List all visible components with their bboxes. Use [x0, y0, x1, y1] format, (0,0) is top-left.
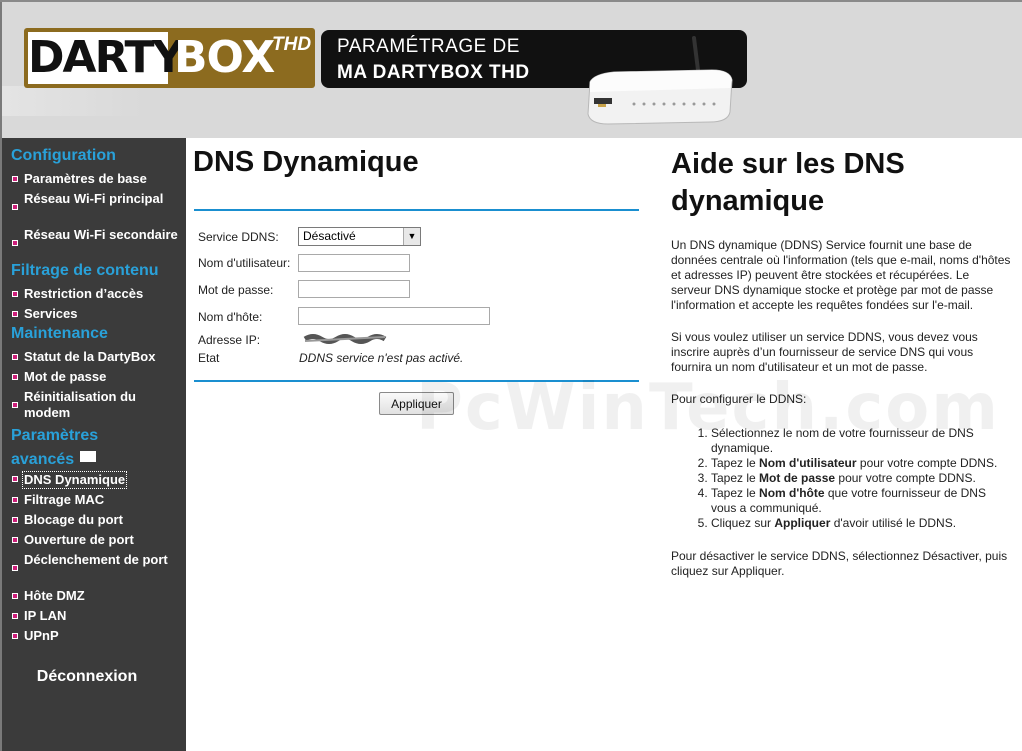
sidebar-section-maintenance: Maintenance [11, 325, 108, 342]
bullet-icon [12, 517, 18, 523]
bullet-icon [12, 402, 18, 408]
dartybox-logo: DARTY BOX THD [24, 28, 315, 88]
service-ddns-value: Désactivé [303, 229, 356, 243]
username-input[interactable] [298, 254, 410, 272]
help-paragraph-4: Pour désactiver le service DDNS, sélecti… [671, 549, 1008, 578]
bullet-icon [12, 537, 18, 543]
sidebar-item-dns-dynamique[interactable]: DNS Dynamique [12, 471, 182, 489]
help-step: Cliquez sur Appliquer d'avoir utilisé le… [711, 516, 1011, 531]
divider [194, 209, 639, 211]
sidebar-item-blocage-port[interactable]: Blocage du port [12, 512, 182, 528]
help-paragraph-1: Un DNS dynamique (DDNS) Service fournit … [671, 238, 1011, 312]
sidebar-section-avances: Paramètres avancés [11, 427, 99, 468]
sidebar-item-ip-lan[interactable]: IP LAN [12, 608, 182, 624]
ip-address-label: Adresse IP: [198, 333, 261, 347]
page-header: DARTY BOX THD PARAMÉTRAGE DE MA DARTYBOX… [0, 2, 1022, 138]
logo-box-text: BOX [174, 32, 275, 83]
sidebar: Configuration Paramètres de base Réseau … [0, 138, 186, 751]
state-label: Etat [198, 351, 220, 365]
bullet-icon [12, 374, 18, 380]
sidebar-section-filtrage: Filtrage de contenu [11, 262, 159, 279]
sidebar-item-hote-dmz[interactable]: Hôte DMZ [12, 588, 182, 604]
chevron-down-icon[interactable]: ▼ [403, 228, 420, 245]
hostname-label: Nom d'hôte: [198, 310, 263, 324]
logo-thd-text: THD [272, 34, 312, 55]
help-step: Tapez le Nom d'hôte que votre fournisseu… [711, 486, 1011, 516]
banner-line-2: MA DARTYBOX THD [337, 62, 530, 83]
logout-link[interactable]: Déconnexion [2, 668, 172, 686]
bullet-icon [12, 613, 18, 619]
hostname-input[interactable] [298, 307, 490, 325]
bullet-icon [12, 633, 18, 639]
bullet-icon [12, 565, 18, 571]
ip-address-redacted [303, 334, 387, 344]
bullet-icon [12, 204, 18, 210]
main-content: DNS Dynamique Service DDNS: Désactivé ▼ … [186, 138, 1022, 751]
monitor-icon [80, 451, 97, 462]
help-panel: Aide sur les DNS dynamique Un DNS dynami… [671, 146, 1011, 579]
help-paragraph-2: Si vous voulez utiliser un service DDNS,… [671, 330, 978, 374]
apply-button[interactable]: Appliquer [379, 392, 454, 415]
bullet-icon [12, 476, 18, 482]
sidebar-item-declenchement-port[interactable]: Déclenchement de port [12, 552, 182, 571]
sidebar-item-wifi-principal[interactable]: Réseau Wi-Fi principal [12, 191, 182, 210]
banner-line-1: PARAMÉTRAGE DE [337, 36, 520, 57]
sidebar-item-statut[interactable]: Statut de la DartyBox [12, 349, 182, 365]
bullet-icon [12, 176, 18, 182]
router-image [587, 36, 733, 125]
help-step: Tapez le Mot de passe pour votre compte … [711, 471, 1011, 486]
service-ddns-select[interactable]: Désactivé ▼ [298, 227, 421, 246]
bullet-icon [12, 497, 18, 503]
sidebar-item-restriction[interactable]: Restriction d’accès [12, 286, 182, 302]
password-input[interactable] [298, 280, 410, 298]
sidebar-item-upnp[interactable]: UPnP [12, 628, 182, 644]
logo-darty-text: DARTY [28, 32, 184, 84]
password-label: Mot de passe: [198, 283, 274, 297]
bullet-icon [12, 354, 18, 360]
state-value: DDNS service n'est pas activé. [299, 351, 464, 365]
service-ddns-label: Service DDNS: [198, 230, 279, 244]
help-step: Tapez le Nom d'utilisateur pour votre co… [711, 456, 1011, 471]
help-steps-list: Sélectionnez le nom de votre fournisseur… [671, 426, 1011, 531]
sidebar-section-configuration: Configuration [11, 147, 116, 164]
sidebar-item-filtrage-mac[interactable]: Filtrage MAC [12, 492, 182, 508]
bullet-icon [12, 311, 18, 317]
help-paragraph-3: Pour configurer le DDNS: [671, 392, 807, 406]
username-label: Nom d'utilisateur: [198, 256, 291, 270]
sidebar-item-ouverture-port[interactable]: Ouverture de port [12, 532, 182, 548]
sidebar-item-reinitialisation[interactable]: Réinitialisation du modem [12, 389, 182, 421]
help-title: Aide sur les DNS dynamique [671, 148, 905, 217]
sidebar-item-services[interactable]: Services [12, 306, 182, 322]
bullet-icon [12, 291, 18, 297]
page-title: DNS Dynamique [193, 146, 419, 178]
bullet-icon [12, 240, 18, 246]
sidebar-item-parametres-de-base[interactable]: Paramètres de base [12, 171, 182, 187]
sidebar-item-mot-de-passe[interactable]: Mot de passe [12, 369, 182, 385]
bullet-icon [12, 593, 18, 599]
divider [194, 380, 639, 382]
help-step: Sélectionnez le nom de votre fournisseur… [711, 426, 1011, 456]
sidebar-item-wifi-secondaire[interactable]: Réseau Wi-Fi secondaire [12, 227, 182, 246]
